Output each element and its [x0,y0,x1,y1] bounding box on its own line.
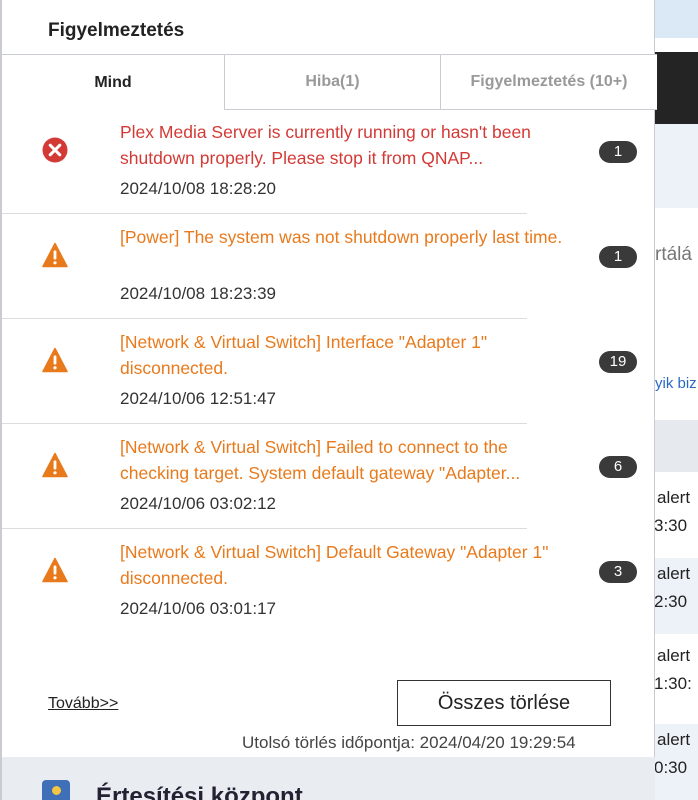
count-badge: 1 [599,141,637,163]
error-x-icon [42,137,68,163]
notification-message: Plex Media Server is currently running o… [120,122,531,168]
last-clear-time: Utolsó törlés időpontja: 2024/04/20 19:2… [242,733,576,752]
notification-message: [Power] The system was not shutdown prop… [120,227,563,247]
background-link-fragment: yik biz [655,375,697,392]
warning-triangle-icon [42,557,68,583]
warning-triangle-icon [42,347,68,373]
count-badge: 19 [599,351,637,373]
notification-message: [Network & Virtual Switch] Failed to con… [120,437,521,483]
background-row: alert 1:30: [654,646,692,693]
background-page: rtálá yik biz alert 3:30 alert 2:30 aler… [654,0,698,800]
tab-errors[interactable]: Hiba(1) [224,55,440,110]
background-row: alert 3:30 [654,488,691,535]
notification-item[interactable]: [Network & Virtual Switch] Default Gatew… [2,529,657,634]
notification-item[interactable]: [Network & Virtual Switch] Failed to con… [2,424,657,529]
warning-triangle-icon [42,242,68,268]
notification-item[interactable]: [Network & Virtual Switch] Interface "Ad… [2,319,657,424]
notification-center-footer[interactable]: Értesítési központ [2,757,655,800]
notification-center-icon [42,780,70,800]
tab-bar: Mind Hiba(1) Figyelmeztetés (10+) [2,54,657,110]
notification-message: [Network & Virtual Switch] Default Gatew… [120,542,549,588]
background-row: alert 0:30 [654,724,698,800]
warning-triangle-icon [42,452,68,478]
background-light-block [654,124,698,208]
notification-message: [Network & Virtual Switch] Interface "Ad… [120,332,488,378]
background-table-header [654,420,698,472]
background-header-band [654,0,698,38]
count-badge: 3 [599,561,637,583]
notification-timestamp: 2024/10/06 03:01:17 [120,599,276,618]
notification-center-title: Értesítési központ [96,783,303,800]
notification-item[interactable]: [Power] The system was not shutdown prop… [2,214,657,319]
clear-all-button[interactable]: Összes törlése [397,680,611,726]
more-link[interactable]: Tovább>> [48,695,118,713]
notification-timestamp: 2024/10/08 18:23:39 [120,284,276,303]
tab-all[interactable]: Mind [2,55,224,110]
count-badge: 6 [599,456,637,478]
notification-timestamp: 2024/10/08 18:28:20 [120,179,276,198]
count-badge: 1 [599,246,637,268]
background-text-fragment: rtálá [655,244,692,265]
notification-timestamp: 2024/10/06 12:51:47 [120,389,276,408]
tab-warnings[interactable]: Figyelmeztetés (10+) [440,55,657,110]
notification-timestamp: 2024/10/06 03:02:12 [120,494,276,513]
notification-item[interactable]: Plex Media Server is currently running o… [2,109,657,214]
background-row: alert 2:30 [654,558,698,634]
notification-panel: Figyelmeztetés Mind Hiba(1) Figyelmeztet… [0,0,657,800]
panel-title: Figyelmeztetés [48,20,185,41]
background-dark-bar [654,52,698,124]
notification-list: Plex Media Server is currently running o… [2,109,657,634]
